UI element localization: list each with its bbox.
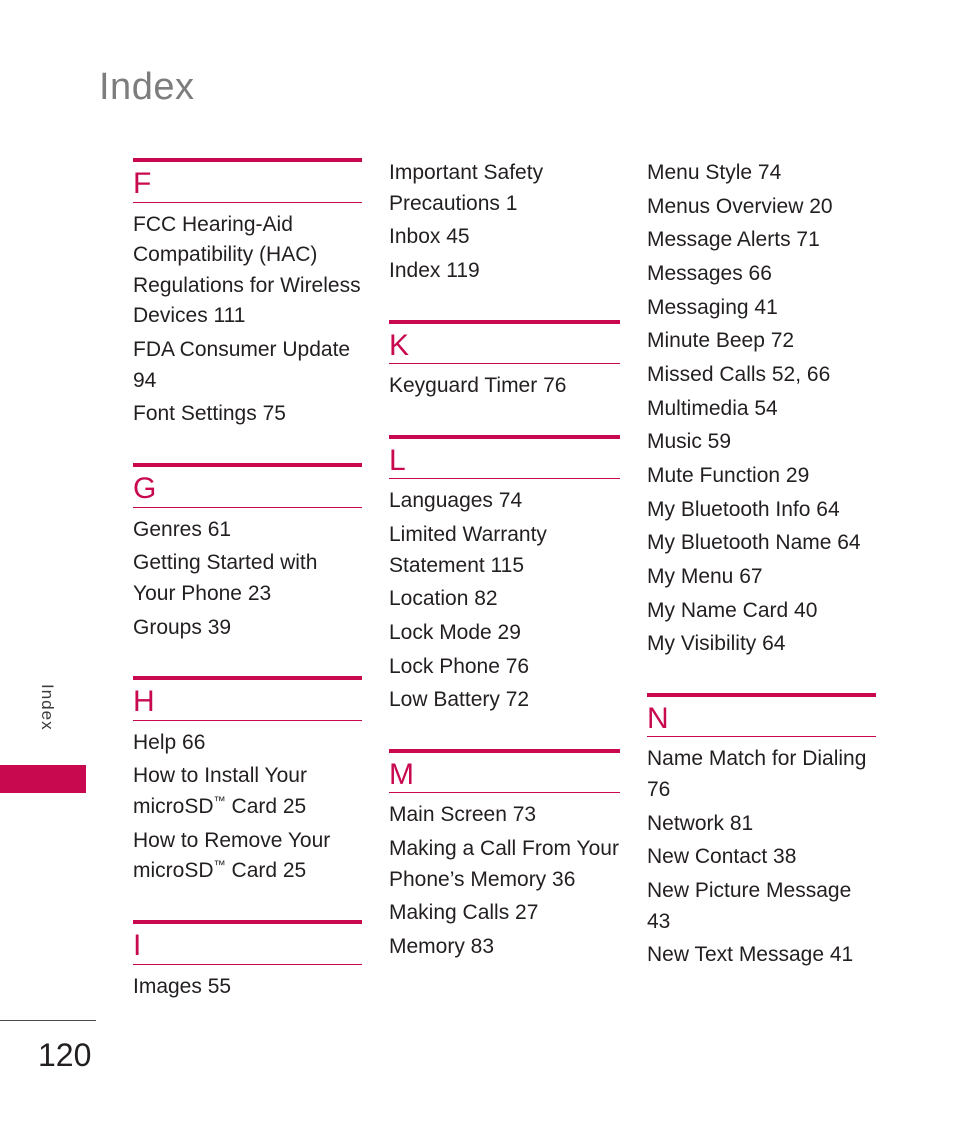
index-entry[interactable]: Messaging 41 bbox=[647, 293, 876, 324]
index-entry[interactable]: Limited Warranty Statement 115 bbox=[389, 520, 620, 581]
section-rule-bottom bbox=[389, 363, 620, 365]
index-entry[interactable]: New Text Message 41 bbox=[647, 940, 876, 971]
side-tab-marker bbox=[0, 765, 86, 793]
section-rule-bottom bbox=[389, 792, 620, 794]
index-entry[interactable]: Low Battery 72 bbox=[389, 685, 620, 716]
index-entry[interactable]: Lock Mode 29 bbox=[389, 618, 620, 649]
index-section-g: G bbox=[133, 463, 362, 508]
index-entry[interactable]: My Bluetooth Info 64 bbox=[647, 495, 876, 526]
section-rule-bottom bbox=[647, 736, 876, 738]
index-entry[interactable]: My Bluetooth Name 64 bbox=[647, 528, 876, 559]
index-entry[interactable]: How to Remove Your microSD™ Card 25 bbox=[133, 826, 362, 887]
index-section-h: H bbox=[133, 676, 362, 721]
index-entry[interactable]: Menus Overview 20 bbox=[647, 192, 876, 223]
index-entry[interactable]: Making a Call From Your Phone’s Memory 3… bbox=[389, 834, 620, 895]
index-entry[interactable]: Languages 74 bbox=[389, 486, 620, 517]
page-number: 120 bbox=[38, 1037, 92, 1073]
footer-rule bbox=[0, 1020, 96, 1021]
index-entry[interactable]: New Picture Message 43 bbox=[647, 876, 876, 937]
section-letter: I bbox=[133, 929, 142, 962]
section-rule-bottom bbox=[133, 201, 362, 203]
index-entry[interactable]: How to Install Your microSD™ Card 25 bbox=[133, 761, 362, 822]
index-entry[interactable]: Name Match for Dialing 76 bbox=[647, 744, 876, 805]
index-entry[interactable]: Genres 61 bbox=[133, 515, 362, 546]
section-letter: H bbox=[133, 685, 155, 719]
section-rule-bottom bbox=[133, 719, 362, 721]
index-section-l: L bbox=[389, 434, 620, 480]
index-entry[interactable]: FDA Consumer Update 94 bbox=[133, 335, 362, 396]
section-letter: N bbox=[647, 701, 669, 735]
index-entry[interactable]: My Name Card 40 bbox=[647, 596, 876, 627]
index-section-f: F bbox=[133, 158, 362, 203]
index-entry[interactable]: Index 119 bbox=[389, 256, 620, 287]
index-column-2: Important Safety Precautions 1 Inbox 45 In… bbox=[389, 158, 620, 966]
index-entry[interactable]: Lock Phone 76 bbox=[389, 652, 620, 683]
index-section-i: I bbox=[133, 920, 362, 965]
side-tab-label: Index bbox=[38, 684, 57, 731]
index-entry[interactable]: Location 82 bbox=[389, 584, 620, 615]
index-entry[interactable]: Keyguard Timer 76 bbox=[389, 371, 620, 402]
index-entry[interactable]: Network 81 bbox=[647, 809, 876, 840]
section-rule-bottom bbox=[133, 963, 362, 965]
index-section-m: M bbox=[389, 748, 620, 794]
index-entry[interactable]: Important Safety Precautions 1 bbox=[389, 158, 620, 219]
index-entry[interactable]: Inbox 45 bbox=[389, 222, 620, 253]
section-letter: G bbox=[133, 472, 157, 506]
index-entry[interactable]: Font Settings 75 bbox=[133, 399, 362, 430]
index-entry[interactable]: Messages 66 bbox=[647, 259, 876, 290]
index-entry[interactable]: Making Calls 27 bbox=[389, 898, 620, 929]
index-entry[interactable]: Music 59 bbox=[647, 427, 876, 458]
index-entry[interactable]: Message Alerts 71 bbox=[647, 225, 876, 256]
section-rule-bottom bbox=[389, 478, 620, 480]
index-column-3: Menu Style 74 Menus Overview 20 Message Al… bbox=[647, 158, 876, 974]
section-rule-bottom bbox=[133, 506, 362, 508]
section-letter: M bbox=[389, 757, 414, 791]
page-title: Index bbox=[99, 66, 195, 108]
index-entry[interactable]: Getting Started with Your Phone 23 bbox=[133, 548, 362, 609]
index-entry[interactable]: New Contact 38 bbox=[647, 842, 876, 873]
index-entry[interactable]: Minute Beep 72 bbox=[647, 326, 876, 357]
index-entry[interactable]: My Menu 67 bbox=[647, 562, 876, 593]
index-entry[interactable]: Help 66 bbox=[133, 728, 362, 759]
index-entry[interactable]: Multimedia 54 bbox=[647, 394, 876, 425]
index-entry[interactable]: Menu Style 74 bbox=[647, 158, 876, 189]
index-section-n: N bbox=[647, 692, 876, 738]
index-entry[interactable]: Main Screen 73 bbox=[389, 800, 620, 831]
index-column-1: F FCC Hearing-Aid Compatibility (HAC) Reg… bbox=[133, 158, 362, 1005]
section-letter: F bbox=[133, 167, 152, 200]
section-letter: L bbox=[389, 443, 406, 477]
index-entry[interactable]: Memory 83 bbox=[389, 932, 620, 963]
index-entry[interactable]: Missed Calls 52, 66 bbox=[647, 360, 876, 391]
index-entry[interactable]: My Visibility 64 bbox=[647, 629, 876, 660]
section-letter: K bbox=[389, 328, 410, 362]
index-entry[interactable]: Groups 39 bbox=[133, 613, 362, 644]
index-entry[interactable]: Mute Function 29 bbox=[647, 461, 876, 492]
index-entry[interactable]: FCC Hearing-Aid Compatibility (HAC) Regu… bbox=[133, 210, 362, 333]
index-entry[interactable]: Images 55 bbox=[133, 972, 362, 1003]
index-section-k: K bbox=[389, 319, 620, 365]
